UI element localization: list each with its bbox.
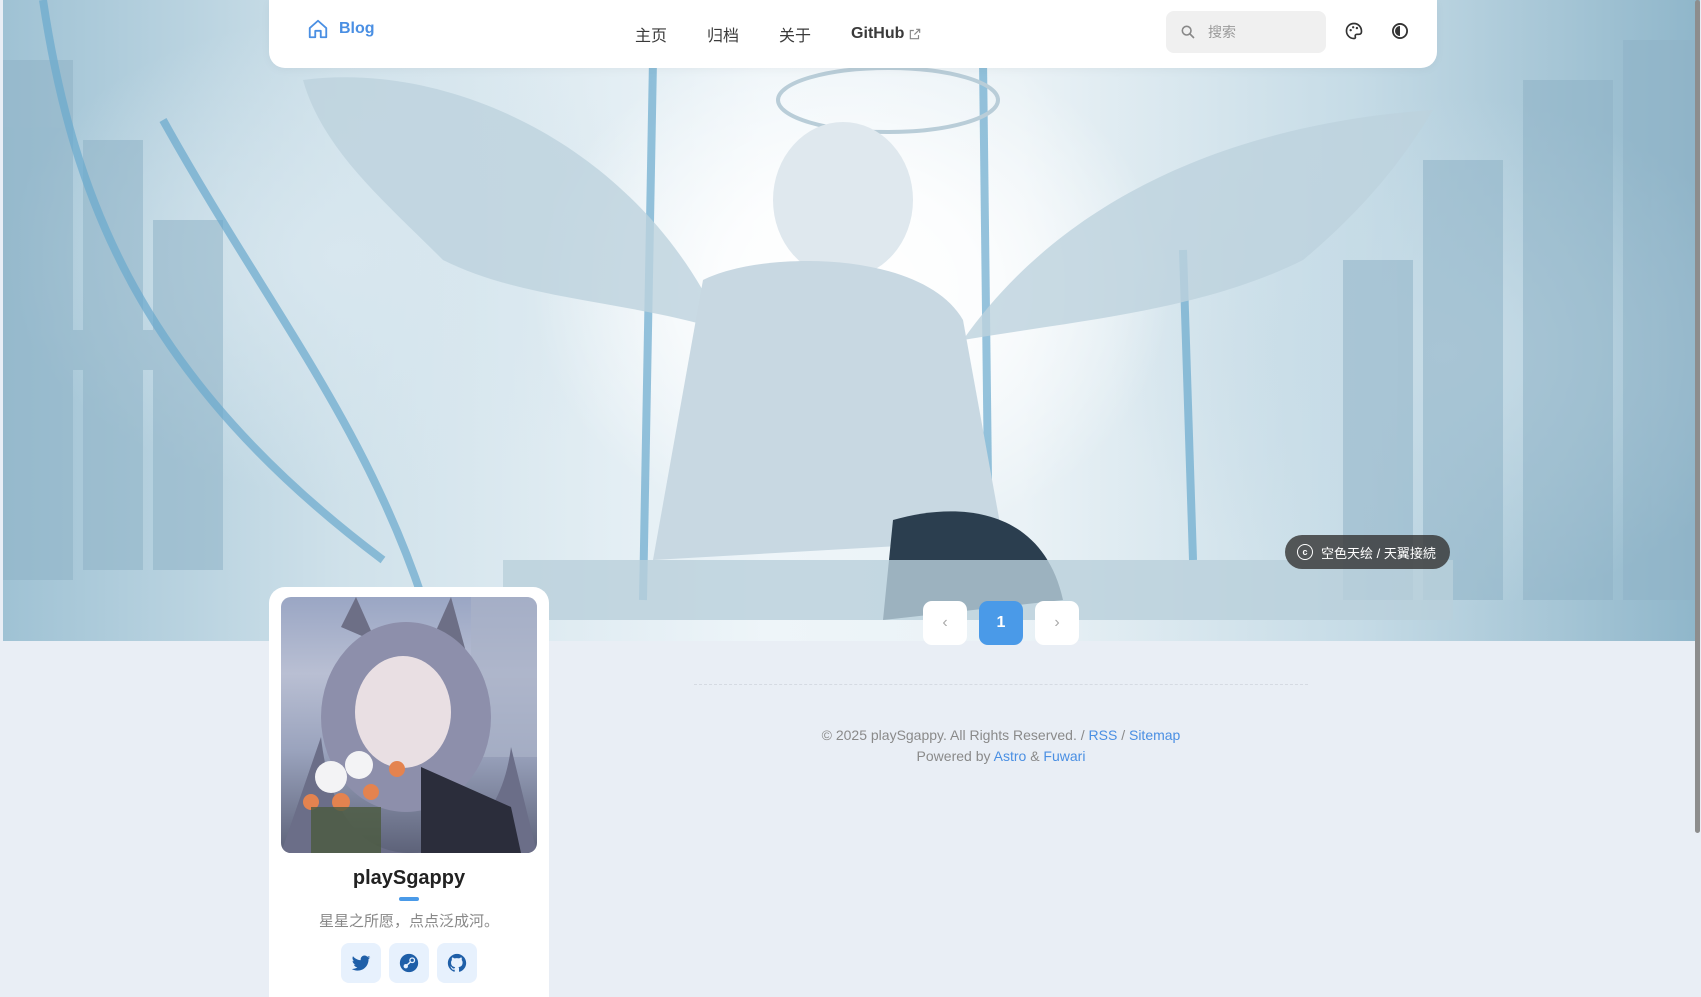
github-icon [447,953,467,972]
nav-home[interactable]: 主页 [635,20,667,48]
top-navbar: Blog 主页 归档 关于 GitHub [269,0,1437,68]
footer-separator: / [1121,727,1126,743]
page-1-button[interactable]: 1 [979,601,1023,645]
chevron-left-icon: ‹ [942,614,948,631]
social-links [341,943,477,983]
steam-icon [399,953,419,973]
search-input[interactable] [1206,23,1310,41]
avatar[interactable] [281,597,537,853]
footer: © 2025 playSgappy. All Rights Reserved. … [694,725,1308,767]
banner-image: c 空色天绘 / 天翼接続 [3,0,1700,641]
theme-toggle-icon [1392,23,1408,39]
profile-card: playSgappy 星星之所愿，点点泛成河。 [269,587,549,997]
scrollbar-thumb[interactable] [1695,0,1700,833]
pagination: ‹ 1 › [923,601,1079,645]
copyright-text: © 2025 playSgappy. All Rights Reserved. … [821,727,1085,743]
footer-line-2: Powered by Astro & Fuwari [694,746,1308,767]
footer-line-1: © 2025 playSgappy. All Rights Reserved. … [694,725,1308,746]
brand-label: Blog [339,20,375,37]
nav-github[interactable]: GitHub [851,20,922,48]
steam-button[interactable] [389,943,429,983]
footer-amp: & [1030,748,1040,764]
github-button[interactable] [437,943,477,983]
name-accent-bar [399,897,419,901]
next-page-button[interactable]: › [1035,601,1079,645]
image-credit-badge[interactable]: c 空色天绘 / 天翼接続 [1285,535,1450,569]
brand-link[interactable]: Blog [307,18,375,40]
profile-name: playSgappy [352,867,466,889]
footer-divider [694,684,1308,685]
search-box[interactable] [1166,11,1326,53]
avatar-illustration [281,597,537,853]
profile-bio: 星星之所愿，点点泛成河。 [318,913,499,930]
prev-page-button[interactable]: ‹ [923,601,967,645]
nav-archive[interactable]: 归档 [707,20,739,48]
nav-links: 主页 归档 关于 GitHub [635,20,922,48]
rss-link[interactable]: RSS [1089,727,1118,743]
twitter-icon [351,955,371,971]
palette-icon [1345,22,1363,40]
external-link-icon [910,28,921,40]
palette-button[interactable] [1343,20,1365,42]
theme-toggle-button[interactable] [1389,20,1411,42]
search-icon [1181,25,1195,39]
sitemap-link[interactable]: Sitemap [1129,727,1180,743]
home-icon [308,19,328,39]
chevron-right-icon: › [1054,614,1060,631]
powered-by-text: Powered by [916,748,991,764]
image-credit-text: 空色天绘 / 天翼接続 [1321,545,1436,561]
twitter-button[interactable] [341,943,381,983]
copyright-icon: c [1297,544,1313,560]
nav-github-label: GitHub [851,25,905,42]
nav-about[interactable]: 关于 [779,20,811,48]
astro-link[interactable]: Astro [994,748,1027,764]
fuwari-link[interactable]: Fuwari [1043,748,1085,764]
